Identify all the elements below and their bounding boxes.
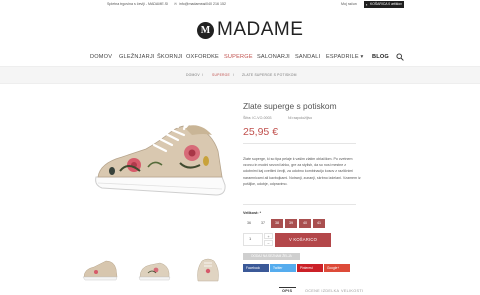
share-twitter-button[interactable]: Twitter: [270, 264, 296, 272]
nav-item-salonarji[interactable]: SALONARJI: [257, 52, 290, 62]
quantity-increase-button[interactable]: +: [264, 233, 273, 239]
cart-icon: ▪: [366, 2, 368, 7]
breadcrumb-category[interactable]: SUPERGE: [212, 72, 230, 78]
phone-number[interactable]: 040 216 152: [206, 2, 226, 7]
product-sku: Šifra: IC-VO-0003: [243, 116, 272, 120]
size-option[interactable]: 37: [257, 219, 269, 228]
product-thumbnail[interactable]: [80, 255, 120, 285]
cart-button[interactable]: ▪ KOŠARICA 0 artiklov: [364, 1, 404, 8]
product-image[interactable]: [88, 105, 228, 205]
account-link[interactable]: Moj račun: [341, 2, 357, 7]
size-option[interactable]: 38: [271, 219, 283, 228]
size-option[interactable]: 39: [285, 219, 297, 228]
stock-status: Ni razpoložljivo: [288, 116, 313, 120]
breadcrumb-current: ZLATE SUPERGE S POTISKOM: [242, 73, 297, 77]
breadcrumb-separator: /: [202, 73, 204, 77]
nav-item-domov[interactable]: DOMOV: [90, 52, 112, 62]
size-option[interactable]: 36: [243, 219, 255, 228]
nav-item-skornji[interactable]: ŠKORNJI: [157, 52, 183, 62]
tagline: Spletna trgovina s čevlji - MADAME.SI: [107, 2, 169, 6]
quantity-decrease-button[interactable]: −: [264, 240, 273, 246]
product-description: Zlate superge, ki so tipa pelaje k vašim…: [243, 157, 361, 186]
tab-reviews[interactable]: OCENE IZDELKA: [305, 289, 339, 293]
wishlist-button[interactable]: DODAJ NA SEZNAM ŽELJA: [243, 253, 300, 260]
main-nav: DOMOV GLEŽNJARJI ŠKORNJI OXFORDKE SUPERG…: [0, 52, 480, 62]
share-facebook-button[interactable]: Facebook: [243, 264, 269, 272]
breadcrumb: DOMOV / SUPERGE / ZLATE SUPERGE S POTISK…: [0, 66, 480, 84]
tab-description[interactable]: OPIS: [282, 289, 292, 293]
size-label: Velikost: *: [243, 211, 262, 215]
divider: [243, 143, 356, 144]
quantity-value: 1: [249, 236, 252, 241]
breadcrumb-home[interactable]: DOMOV: [186, 72, 200, 78]
divider: [243, 204, 356, 205]
logo-mark: M: [197, 21, 214, 39]
share-pinterest-button[interactable]: Pinterest: [297, 264, 323, 272]
product-thumbnail[interactable]: [134, 255, 174, 285]
breadcrumb-separator: /: [233, 73, 235, 77]
product-thumbnail[interactable]: [188, 255, 228, 285]
active-tab-indicator: [279, 287, 296, 288]
size-option[interactable]: 40: [299, 219, 311, 228]
site-logo[interactable]: M MADAME: [197, 20, 303, 40]
top-bar: Spletna trgovina s čevlji - MADAME.SI ✉ …: [0, 0, 480, 9]
email-icon: ✉: [174, 2, 178, 6]
phone-icon: ☏: [201, 2, 206, 6]
nav-item-espadrile[interactable]: ESPADRILE ▾: [326, 52, 364, 62]
size-option[interactable]: 41: [313, 219, 325, 228]
nav-item-superge[interactable]: SUPERGE: [224, 52, 253, 62]
nav-item-oxfordke[interactable]: OXFORDKE: [186, 52, 219, 62]
quantity-field[interactable]: [243, 233, 263, 246]
cart-label: KOŠARICA 0 artiklov: [370, 2, 402, 6]
add-to-cart-button[interactable]: V KOŠARICO: [275, 233, 331, 247]
logo-text: MADAME: [217, 19, 304, 40]
nav-item-gleznjarji[interactable]: GLEŽNJARJI: [119, 52, 155, 62]
share-google-button[interactable]: Google+: [324, 264, 350, 272]
product-title: Zlate superge s potiskom: [243, 101, 337, 111]
nav-item-sandali[interactable]: SANDALI: [295, 52, 320, 62]
search-icon[interactable]: [396, 53, 404, 61]
tab-sizes[interactable]: VELIKOSTI: [341, 289, 363, 293]
nav-item-blog[interactable]: BLOG: [372, 52, 389, 62]
product-price: 25,95 €: [243, 126, 279, 138]
